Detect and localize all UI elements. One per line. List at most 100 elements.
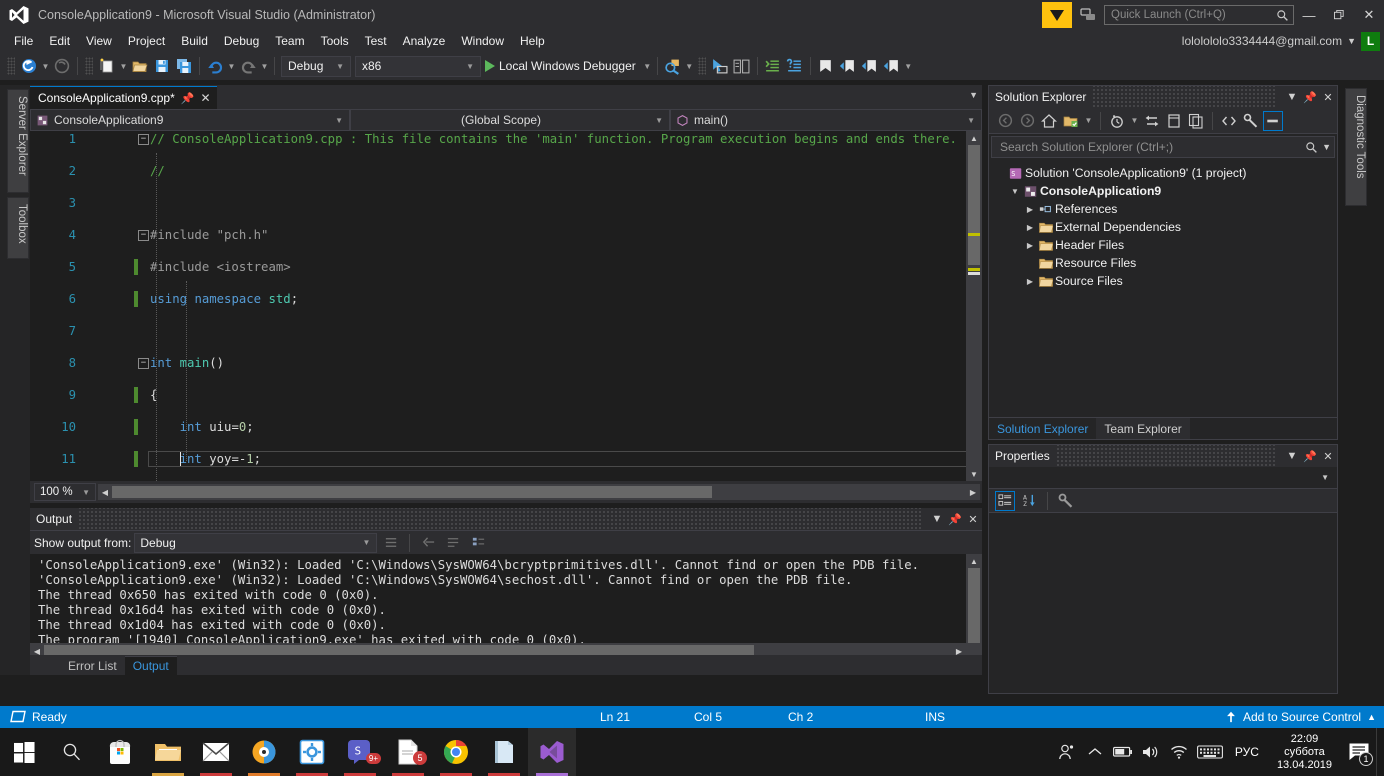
editor-scrollbar-thumb[interactable]	[968, 145, 980, 265]
forward-icon[interactable]	[1017, 111, 1037, 131]
compare-files-icon[interactable]	[731, 55, 753, 77]
home-icon[interactable]	[1039, 111, 1059, 131]
tree-node[interactable]: ▶ Source Files	[989, 272, 1337, 290]
toggle-word-wrap-icon[interactable]	[442, 532, 464, 554]
tab-solution-explorer[interactable]: Solution Explorer	[989, 418, 1097, 439]
pending-changes-icon[interactable]	[1107, 111, 1127, 131]
wifi-icon[interactable]	[1165, 728, 1193, 776]
new-project-icon[interactable]	[96, 55, 118, 77]
toolbar-grip-3[interactable]	[697, 57, 706, 75]
alphabetical-view-icon[interactable]: A Z	[1019, 491, 1039, 511]
clear-all-icon[interactable]	[417, 532, 439, 554]
menu-item-tools[interactable]: Tools	[313, 31, 357, 51]
panel-menu-icon[interactable]: ▼	[928, 509, 946, 529]
property-pages-icon[interactable]	[1056, 491, 1076, 511]
sidebar-item-server-explorer[interactable]: Server Explorer	[7, 89, 29, 193]
search-icon[interactable]	[48, 728, 96, 776]
view-code-icon[interactable]	[1219, 111, 1239, 131]
editor-vertical-scrollbar[interactable]: ▲ ▼	[966, 131, 982, 481]
tree-node[interactable]: S Solution 'ConsoleApplication9' (1 proje…	[989, 164, 1337, 182]
skype-icon[interactable]: S 9+	[336, 728, 384, 776]
close-icon[interactable]: ✕	[1319, 87, 1337, 107]
code-line[interactable]: 10 int uiu=0;	[30, 419, 982, 435]
menu-item-test[interactable]: Test	[357, 31, 395, 51]
menu-item-file[interactable]: File	[6, 31, 41, 51]
minimize-button[interactable]: —	[1294, 1, 1324, 29]
output-source-combo[interactable]: Debug ▼	[134, 532, 378, 553]
output-settings-icon[interactable]	[467, 532, 489, 554]
clock[interactable]: 22:09 суббота 13.04.2019	[1267, 733, 1342, 772]
pin-icon[interactable]: 📌	[946, 509, 964, 529]
function-scope-combo[interactable]: main() ▼	[670, 109, 982, 131]
menu-item-team[interactable]: Team	[267, 31, 312, 51]
menu-item-edit[interactable]: Edit	[41, 31, 78, 51]
close-icon[interactable]: ✕	[1319, 446, 1337, 466]
onenote-icon[interactable]	[480, 728, 528, 776]
fold-toggle-icon[interactable]: −	[138, 230, 149, 241]
code-line[interactable]: 9{	[30, 387, 982, 403]
menu-item-analyze[interactable]: Analyze	[395, 31, 454, 51]
scroll-up-icon[interactable]: ▲	[966, 131, 982, 145]
avatar[interactable]: L	[1361, 31, 1380, 51]
volume-icon[interactable]	[1137, 728, 1165, 776]
sidebar-item-diagnostic-tools[interactable]: Diagnostic Tools	[1345, 88, 1367, 206]
menu-item-view[interactable]: View	[78, 31, 120, 51]
next-bookmark-icon[interactable]	[859, 55, 881, 77]
zoom-level-combo[interactable]: 100 % ▼	[34, 483, 96, 501]
feedback-alt-icon[interactable]	[1074, 2, 1102, 28]
tree-node[interactable]: ▶ External Dependencies	[989, 218, 1337, 236]
find-message-icon[interactable]	[380, 532, 402, 554]
undo-icon[interactable]	[204, 55, 226, 77]
show-desktop-button[interactable]	[1376, 728, 1384, 776]
document-tab-consoleapplication9-cpp[interactable]: ConsoleApplication9.cpp* 📌 ✕	[30, 86, 217, 109]
code-line[interactable]: 2 //	[30, 163, 982, 179]
panel-menu-icon[interactable]: ▼	[1283, 87, 1301, 107]
project-scope-combo[interactable]: ConsoleApplication9 ▼	[30, 109, 350, 131]
file-explorer-icon[interactable]	[144, 728, 192, 776]
properties-icon[interactable]	[1241, 111, 1261, 131]
uncomment-lines-icon[interactable]	[784, 55, 806, 77]
code-line[interactable]: 4 − #include "pch.h"	[30, 227, 982, 243]
visual-studio-icon[interactable]	[528, 728, 576, 776]
member-scope-combo[interactable]: (Global Scope) ▼	[350, 109, 670, 131]
select-element-icon[interactable]	[709, 55, 731, 77]
pin-icon[interactable]: 📌	[1301, 87, 1319, 107]
solution-platform-combo[interactable]: x86 ▼	[355, 55, 481, 77]
chevron-down-icon[interactable]: ▼	[1129, 110, 1140, 132]
scroll-up-icon[interactable]: ▲	[966, 554, 982, 568]
back-icon[interactable]	[995, 111, 1015, 131]
fold-toggle-icon[interactable]: −	[138, 134, 149, 145]
chevron-down-icon[interactable]: ▼	[1347, 36, 1356, 46]
close-icon[interactable]: ✕	[200, 91, 210, 105]
battery-icon[interactable]	[1109, 728, 1137, 776]
close-icon[interactable]: ✕	[964, 509, 982, 529]
tree-node[interactable]: Resource Files	[989, 254, 1337, 272]
show-hidden-icons-icon[interactable]	[1081, 728, 1109, 776]
code-line[interactable]: 5 #include <iostream>	[30, 259, 982, 275]
tree-node[interactable]: ▼ ConsoleApplication9	[989, 182, 1337, 200]
menu-item-project[interactable]: Project	[120, 31, 173, 51]
comment-lines-icon[interactable]	[762, 55, 784, 77]
attach-caret-icon[interactable]: ▼	[684, 55, 695, 77]
open-file-icon[interactable]	[129, 55, 151, 77]
scroll-left-icon[interactable]: ◀	[98, 484, 112, 500]
code-line[interactable]: 8 − int main()	[30, 355, 982, 371]
solution-configuration-combo[interactable]: Debug ▼	[281, 55, 351, 77]
keyboard-icon[interactable]	[1193, 728, 1227, 776]
tab-output[interactable]: Output	[124, 656, 177, 675]
menu-item-debug[interactable]: Debug	[216, 31, 267, 51]
store-icon[interactable]	[96, 728, 144, 776]
attach-to-process-icon[interactable]	[662, 55, 684, 77]
fold-toggle-icon[interactable]: −	[138, 358, 149, 369]
scroll-down-icon[interactable]: ▼	[966, 467, 982, 481]
chevron-right-icon[interactable]: ▶	[1023, 241, 1037, 250]
menu-item-window[interactable]: Window	[453, 31, 512, 51]
undo-caret-icon[interactable]: ▼	[226, 55, 237, 77]
menu-item-help[interactable]: Help	[512, 31, 553, 51]
tree-node[interactable]: ▶ References	[989, 200, 1337, 218]
chrome-icon[interactable]	[432, 728, 480, 776]
people-icon[interactable]	[1053, 728, 1081, 776]
chevron-right-icon[interactable]: ▶	[1023, 223, 1037, 232]
categorized-view-icon[interactable]	[995, 490, 1015, 511]
code-line[interactable]: 1 −// ConsoleApplication9.cpp : This file…	[30, 131, 982, 147]
